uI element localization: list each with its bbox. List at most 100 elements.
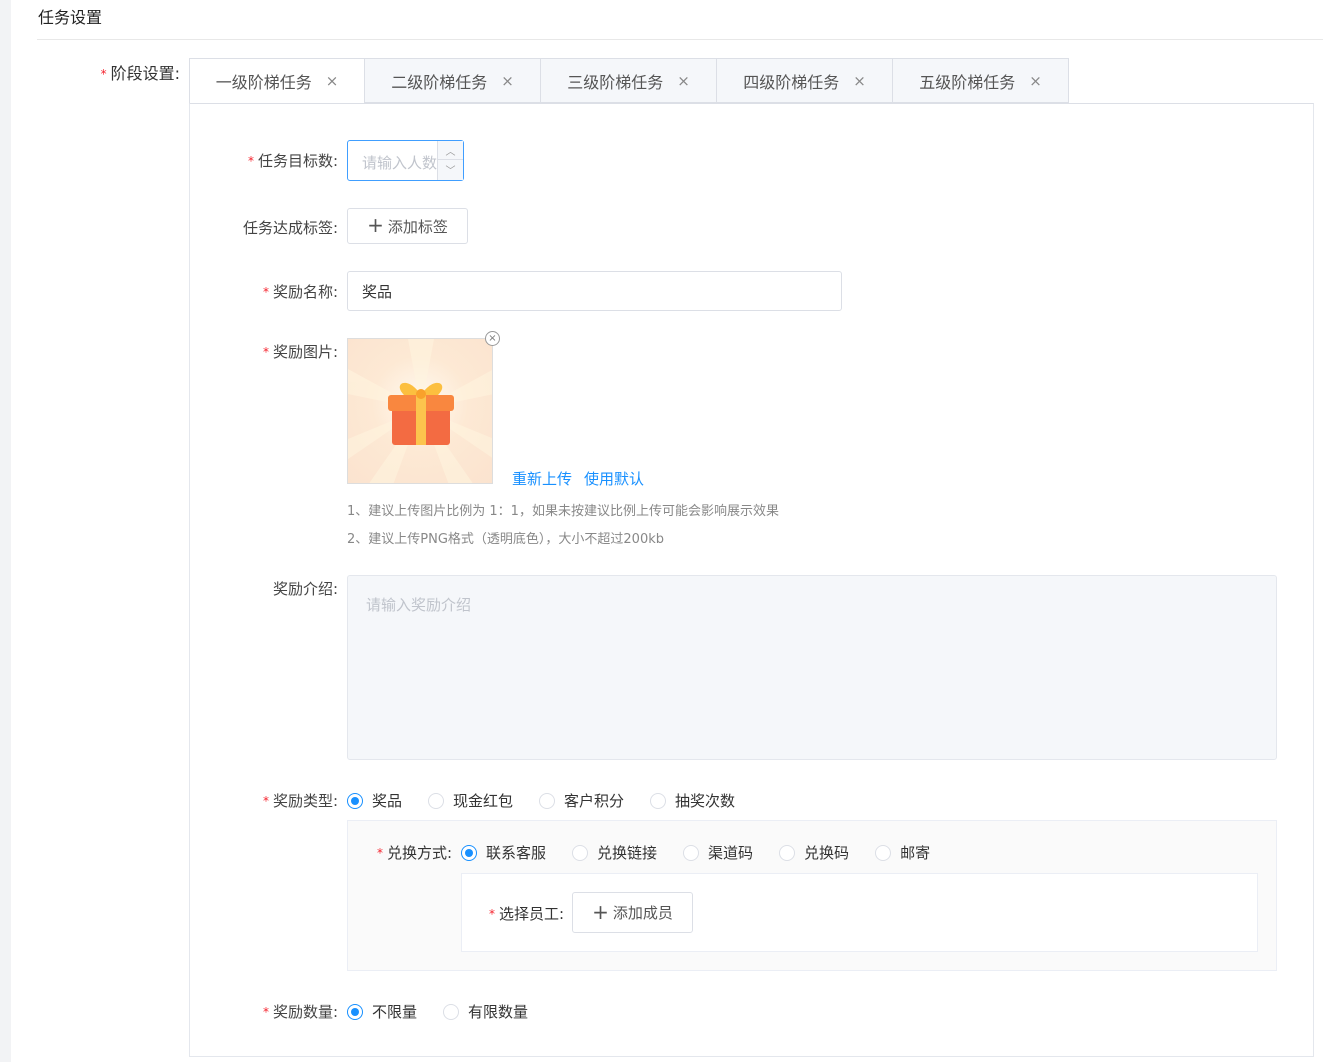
reward-quantity-label-text: 奖励数量:: [272, 1003, 338, 1021]
radio-redeem-code[interactable]: 兑换码: [779, 842, 849, 863]
tab-label: 一级阶梯任务: [215, 73, 312, 92]
stage-label: * 阶段设置:: [60, 60, 180, 84]
stepper-down-icon[interactable]: ﹀: [438, 160, 463, 179]
required-mark: *: [262, 1005, 269, 1019]
radio-dot: [443, 1003, 460, 1020]
reward-name-input[interactable]: 奖品: [347, 271, 842, 311]
reward-intro-placeholder: 请输入奖励介绍: [366, 596, 472, 614]
radio-reward-prize[interactable]: 奖品: [347, 790, 402, 811]
target-label: * 任务目标数:: [248, 150, 338, 171]
tab-close-icon[interactable]: ×: [501, 72, 514, 90]
number-stepper: ︿ ﹀: [437, 141, 463, 180]
section-divider: [37, 39, 1323, 40]
reward-image-label: * 奖励图片:: [263, 341, 338, 362]
stepper-up-icon[interactable]: ︿: [438, 141, 463, 160]
radio-redeem-channel-code[interactable]: 渠道码: [683, 842, 753, 863]
tab-stage-5[interactable]: 五级阶梯任务 ×: [893, 58, 1069, 103]
left-sidebar-strip: [0, 0, 11, 1062]
radio-dot: [347, 792, 363, 809]
radio-dot: [650, 792, 667, 809]
staff-label: * 选择员工:: [462, 903, 564, 924]
required-mark: *: [488, 907, 495, 921]
reward-image-label-text: 奖励图片:: [272, 343, 338, 361]
reward-type-radio-group: 奖品 现金红包 客户积分 抽奖次数: [347, 790, 761, 811]
required-mark: *: [376, 846, 383, 860]
radio-label: 奖品: [372, 792, 403, 810]
add-member-button[interactable]: + 添加成员: [572, 892, 693, 933]
target-label-text: 任务目标数:: [257, 152, 338, 170]
radio-dot: [428, 792, 445, 809]
tab-close-icon[interactable]: ×: [853, 72, 866, 90]
radio-dot: [779, 844, 796, 861]
tab-close-icon[interactable]: ×: [677, 72, 690, 90]
add-tag-label: 添加标签: [387, 217, 448, 236]
tab-label: 二级阶梯任务: [391, 72, 488, 92]
radio-label: 兑换码: [804, 844, 850, 862]
image-tip-2: 2、建议上传PNG格式（透明底色），大小不超过200kb: [347, 532, 665, 547]
radio-redeem-mail[interactable]: 邮寄: [875, 842, 930, 863]
stage-label-text: 阶段设置:: [110, 64, 180, 83]
target-number-input[interactable]: 请输入人数 ︿ ﹀: [347, 140, 464, 181]
radio-dot: [539, 792, 556, 809]
reward-quantity-radio-group: 不限量 有限数量: [347, 1001, 554, 1022]
tab-stage-2[interactable]: 二级阶梯任务 ×: [365, 58, 541, 103]
tab-stage-1[interactable]: 一级阶梯任务 ×: [189, 58, 365, 104]
radio-dot: [572, 844, 589, 861]
radio-quantity-limited[interactable]: 有限数量: [443, 1001, 528, 1022]
radio-label: 渠道码: [708, 844, 754, 862]
tab-label: 三级阶梯任务: [567, 72, 664, 92]
reward-image-preview: [347, 338, 493, 484]
tab-close-icon[interactable]: ×: [326, 72, 339, 90]
stage-tabs: 一级阶梯任务 × 二级阶梯任务 × 三级阶梯任务 × 四级阶梯任务 × 五级阶梯任务 ×: [189, 58, 1069, 104]
tab-label: 五级阶梯任务: [919, 72, 1016, 92]
radio-label: 不限量: [372, 1003, 418, 1021]
radio-reward-points[interactable]: 客户积分: [539, 790, 624, 811]
image-tip-1: 1、建议上传图片比例为 1：1，如果未按建议比例上传可能会影响展示效果: [347, 504, 779, 519]
radio-label: 现金红包: [453, 792, 514, 810]
required-mark: *: [247, 154, 254, 168]
radio-reward-cash[interactable]: 现金红包: [428, 790, 513, 811]
tab-close-icon[interactable]: ×: [1029, 72, 1042, 90]
radio-redeem-service[interactable]: 联系客服: [461, 842, 546, 863]
radio-label: 兑换链接: [597, 844, 658, 862]
redeem-label-text: 兑换方式:: [386, 844, 452, 862]
use-default-link[interactable]: 使用默认: [584, 468, 644, 489]
plus-icon: +: [367, 213, 384, 237]
add-tag-button[interactable]: + 添加标签: [347, 208, 468, 244]
target-number-placeholder: 请输入人数: [362, 154, 437, 172]
radio-label: 邮寄: [900, 844, 931, 862]
add-member-label: 添加成员: [612, 904, 673, 922]
tab-label: 四级阶梯任务: [743, 72, 840, 92]
radio-dot: [461, 844, 477, 861]
tag-label: 任务达成标签:: [242, 219, 338, 237]
reupload-link[interactable]: 重新上传: [512, 468, 572, 489]
radio-reward-lottery[interactable]: 抽奖次数: [650, 790, 735, 811]
radio-label: 联系客服: [486, 844, 547, 862]
radio-label: 有限数量: [468, 1003, 529, 1021]
required-mark: *: [262, 794, 269, 808]
remove-image-icon[interactable]: ×: [485, 331, 500, 346]
tab-stage-3[interactable]: 三级阶梯任务 ×: [541, 58, 717, 103]
radio-quantity-unlimited[interactable]: 不限量: [347, 1001, 417, 1022]
radio-label: 客户积分: [564, 792, 625, 810]
section-title: 任务设置: [38, 8, 103, 27]
redeem-label: * 兑换方式:: [352, 842, 452, 863]
tab-stage-4[interactable]: 四级阶梯任务 ×: [717, 58, 893, 103]
reward-name-label: * 奖励名称:: [263, 281, 338, 302]
reward-name-label-text: 奖励名称:: [272, 283, 338, 301]
required-mark: *: [262, 345, 269, 359]
staff-label-text: 选择员工:: [498, 905, 564, 923]
reward-intro-textarea[interactable]: 请输入奖励介绍: [347, 575, 1277, 760]
reward-type-label: * 奖励类型:: [263, 790, 338, 811]
plus-icon: +: [592, 899, 609, 924]
redeem-radio-group: 联系客服 兑换链接 渠道码 兑换码 邮寄: [461, 842, 956, 863]
radio-dot: [347, 1003, 363, 1020]
reward-quantity-label: * 奖励数量:: [263, 1001, 338, 1022]
radio-dot: [875, 844, 892, 861]
radio-label: 抽奖次数: [675, 792, 736, 810]
reward-type-label-text: 奖励类型:: [272, 792, 338, 810]
required-mark: *: [262, 285, 269, 299]
gift-icon: [348, 339, 492, 483]
radio-dot: [683, 844, 700, 861]
radio-redeem-link[interactable]: 兑换链接: [572, 842, 657, 863]
